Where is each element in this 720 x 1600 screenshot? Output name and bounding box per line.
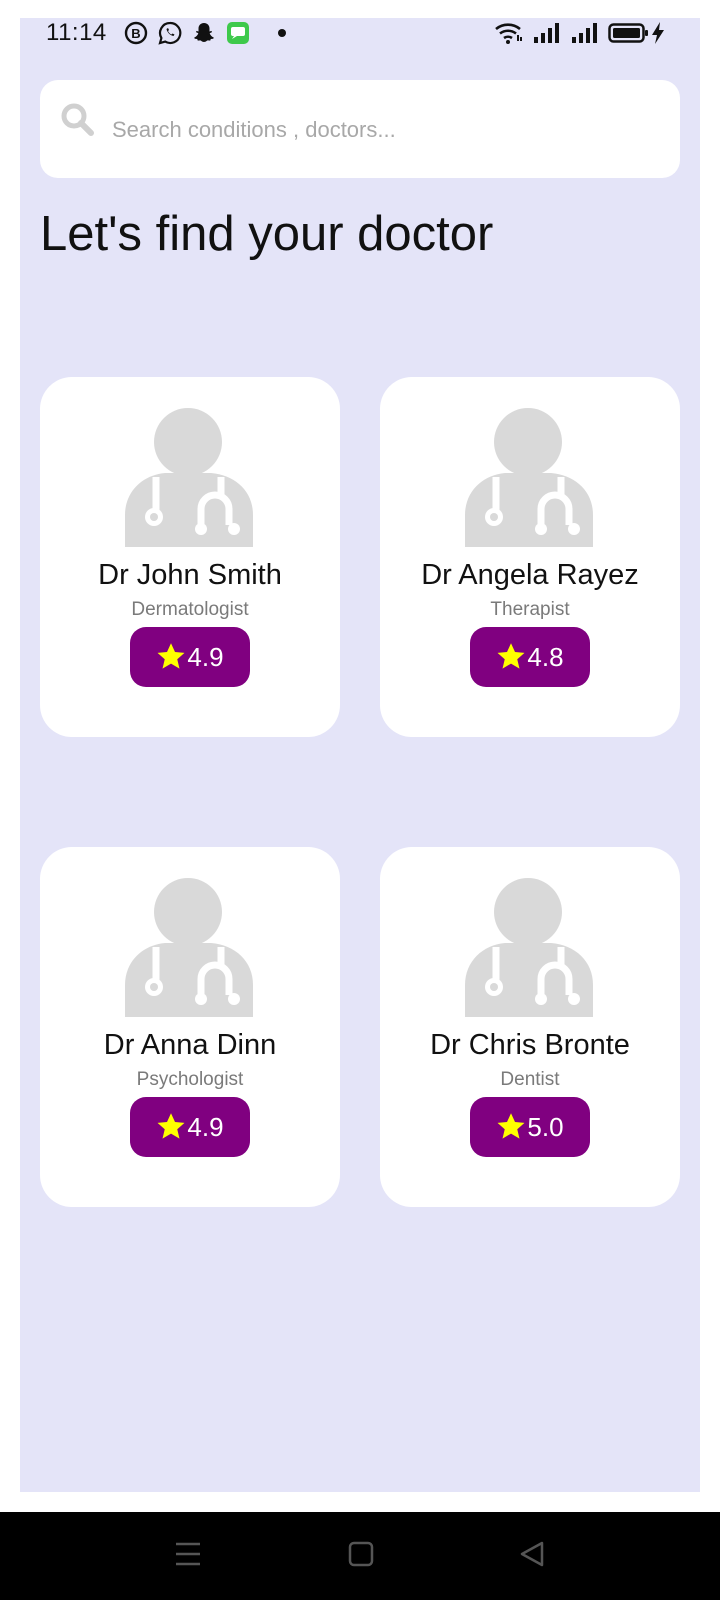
rating-value: 5.0 <box>527 1111 564 1142</box>
page-title: Let's find your doctor <box>40 207 494 261</box>
search-input[interactable] <box>112 110 652 150</box>
star-icon <box>497 1113 525 1139</box>
doctor-name: Dr Anna Dinn <box>103 1029 277 1061</box>
doctor-avatar-icon <box>465 877 595 1017</box>
whatsapp-icon <box>158 21 182 50</box>
messages-icon <box>226 21 250 50</box>
signal-icon <box>570 21 600 50</box>
doctor-specialty: Therapist <box>490 599 570 620</box>
navigation-bar <box>0 1512 720 1600</box>
wifi-icon <box>494 21 524 50</box>
status-time: 11:14 <box>46 19 107 46</box>
doctor-card[interactable]: Dr Angela Rayez Therapist 4.8 <box>380 377 680 737</box>
doctor-avatar-icon <box>465 407 595 547</box>
notification-dot-icon <box>278 29 286 37</box>
doctor-name: Dr Angela Rayez <box>421 559 639 591</box>
snapchat-icon <box>192 21 216 50</box>
signal-icon <box>532 21 562 50</box>
rating-value: 4.9 <box>187 1111 224 1142</box>
app-screen: 11:14 B Search conditions , doctors... L… <box>20 18 700 1492</box>
battery-icon <box>608 21 650 50</box>
doctor-avatar-icon <box>125 877 255 1017</box>
svg-text:B: B <box>131 26 140 41</box>
charging-icon <box>650 21 666 50</box>
doctor-name: Dr John Smith <box>98 559 282 591</box>
doctor-card[interactable]: Dr Chris Bronte Dentist 5.0 <box>380 847 680 1207</box>
rating-value: 4.8 <box>527 641 564 672</box>
status-bar: 11:14 B <box>20 18 700 48</box>
doctor-name: Dr Chris Bronte <box>430 1029 630 1061</box>
search-bar[interactable] <box>40 80 680 178</box>
home-icon[interactable] <box>346 1538 376 1575</box>
rating-value: 4.9 <box>187 641 224 672</box>
doctor-avatar-icon <box>125 407 255 547</box>
doctor-specialty: Psychologist <box>136 1069 244 1090</box>
star-icon <box>497 643 525 669</box>
b-badge-icon: B <box>124 21 148 50</box>
doctor-specialty: Dentist <box>500 1069 560 1090</box>
doctor-card[interactable]: Dr John Smith Dermatologist 4.9 <box>40 377 340 737</box>
search-icon <box>60 102 96 143</box>
star-icon <box>157 1113 185 1139</box>
doctor-specialty: Dermatologist <box>131 599 249 620</box>
rating-badge: 5.0 <box>470 1097 590 1157</box>
rating-badge: 4.8 <box>470 627 590 687</box>
menu-icon[interactable] <box>174 1538 202 1575</box>
rating-badge: 4.9 <box>130 1097 250 1157</box>
doctor-card[interactable]: Dr Anna Dinn Psychologist 4.9 <box>40 847 340 1207</box>
back-icon[interactable] <box>518 1538 548 1575</box>
rating-badge: 4.9 <box>130 627 250 687</box>
star-icon <box>157 643 185 669</box>
